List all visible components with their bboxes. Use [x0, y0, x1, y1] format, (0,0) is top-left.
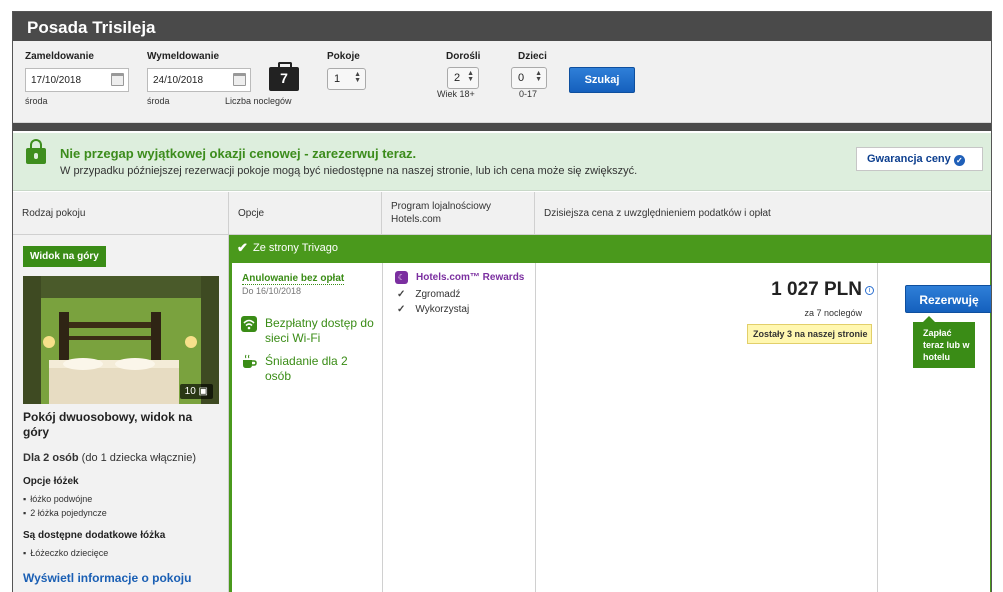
offer-source: Ze strony Trivago — [253, 242, 338, 254]
children-select[interactable]: 0 ▲ ▼ — [511, 67, 547, 89]
room-info-link[interactable]: Wyświetl informacje o pokoju — [23, 571, 191, 585]
children-value: 0 — [518, 72, 525, 84]
occupancy-detail: (do 1 dziecka włącznie) — [78, 452, 197, 464]
children-age-note: 0-17 — [519, 89, 538, 99]
divider — [535, 263, 536, 592]
column-header-loyalty-line2: Hotels.com — [391, 214, 442, 225]
wifi-icon — [241, 316, 257, 332]
extra-beds-title: Są dostępne dodatkowe łóżka — [23, 530, 166, 541]
info-icon[interactable]: i — [865, 286, 874, 295]
calendar-icon[interactable] — [233, 73, 246, 86]
hotel-name: Posada Trisileja — [13, 12, 991, 41]
checkout-date-value: 24/10/2018 — [153, 75, 204, 86]
payment-options-tooltip: Zapłać teraz lub w hotelu — [913, 316, 975, 368]
photo-count-badge[interactable]: 10 ▣ — [179, 384, 213, 399]
hotel-booking-panel: Posada Trisileja Zameldowanie 17/10/2018… — [12, 11, 992, 592]
room-photo[interactable]: 10 ▣ — [23, 276, 219, 404]
divider — [877, 263, 878, 592]
loyalty-cell: ☾ Hotels.com™ Rewards ✓ Zgromadź ✓ Wykorzy… — [385, 263, 535, 363]
occupancy-bold: Dla 2 osób — [23, 452, 79, 464]
rewards-collect-item: ✓ Zgromadź — [397, 289, 460, 300]
checkmark-icon: ✓ — [397, 289, 406, 300]
free-wifi: Bezpłatny dostęp do sieci Wi-Fi — [265, 316, 374, 345]
cancellation-deadline: Do 16/10/2018 — [242, 286, 302, 296]
offer-row: Anulowanie bez opłat Do 16/10/2018 Bezpł… — [229, 263, 991, 592]
rewards-redeem-item: ✓ Wykorzystaj — [397, 304, 469, 315]
checkout-label: Wymeldowanie — [147, 51, 220, 62]
bed-option: 2 łóżka pojedyncze — [23, 508, 107, 518]
hotels-rewards-icon: ☾ — [395, 271, 408, 284]
column-header-options: Opcje — [229, 192, 382, 235]
checkin-date-value: 17/10/2018 — [31, 75, 82, 86]
rooms-value: 1 — [334, 73, 341, 85]
stepper-arrows-icon: ▲ ▼ — [467, 70, 474, 83]
stepper-arrows-icon: ▲ ▼ — [535, 70, 542, 83]
search-button[interactable]: Szukaj — [569, 67, 635, 93]
beds-title: Opcje łóżek — [23, 476, 79, 487]
nights-label: Liczba noclegów — [225, 96, 292, 106]
coffee-cup-icon — [243, 354, 257, 368]
divider — [382, 263, 383, 592]
adults-value: 2 — [454, 72, 461, 84]
breakfast-included: Śniadanie dla 2 osób — [265, 354, 348, 383]
camera-icon: ▣ — [198, 386, 208, 397]
checkmark-seal-icon: ✓ — [953, 155, 965, 166]
rewards-title: Hotels.com™ Rewards — [416, 272, 525, 283]
room-occupancy: Dla 2 osób (do 1 dziecka włącznie) — [23, 452, 196, 464]
price-guarantee-button[interactable]: Gwarancja ceny ✓ — [856, 147, 983, 171]
promo-banner: Nie przegap wyjątkowej okazji cenowej - … — [13, 133, 991, 191]
room-type-column: Widok na góry 10 ▣ Pokój dwuosobowy, wid… — [13, 235, 229, 592]
bed-option: łóżko podwójne — [23, 494, 92, 504]
book-button[interactable]: Rezerwuję — [905, 285, 991, 313]
column-header-room-type: Rodzaj pokoju — [13, 192, 229, 235]
children-label: Dzieci — [518, 51, 547, 62]
column-header-loyalty-line1: Program lojalnościowy — [391, 201, 492, 212]
offer-source-bar: ✔ Ze strony Trivago — [229, 235, 991, 263]
availability-badge: Zostały 3 na naszej stronie — [747, 324, 872, 344]
adults-select[interactable]: 2 ▲ ▼ — [447, 67, 479, 89]
checkin-date-input[interactable]: 17/10/2018 — [25, 68, 129, 92]
lock-icon — [26, 139, 46, 164]
checkin-label: Zameldowanie — [25, 51, 94, 62]
promo-title: Nie przegap wyjątkowej okazji cenowej - … — [60, 146, 417, 161]
checkout-date-input[interactable]: 24/10/2018 — [147, 68, 251, 92]
photo-count: 10 — [184, 386, 196, 397]
checkmark-icon: ✓ — [397, 304, 406, 315]
nights-count: 7 — [269, 62, 299, 91]
divider — [13, 123, 991, 131]
rooms-label: Pokoje — [327, 51, 360, 62]
rooms-table-header: Rodzaj pokoju Opcje Program lojalnościow… — [13, 192, 991, 235]
checkout-day: środa — [147, 96, 170, 106]
checkmark-icon: ✔ — [237, 240, 248, 255]
room-name: Pokój dwuosobowy, widok na góry — [23, 410, 193, 439]
stepper-arrows-icon: ▲ ▼ — [354, 71, 361, 84]
adults-label: Dorośli — [446, 51, 481, 62]
extra-bed-option: Łóżeczko dziecięce — [23, 548, 108, 558]
rooms-select[interactable]: 1 ▲ ▼ — [327, 68, 366, 90]
rewards-collect-label: Zgromadź — [415, 289, 461, 300]
free-cancellation-link[interactable]: Anulowanie bez opłat — [242, 273, 345, 285]
column-header-price: Dzisiejsza cena z uwzględnieniem podatkó… — [535, 192, 991, 235]
price-guarantee-label: Gwarancja ceny — [867, 153, 951, 165]
room-price: 1 027 PLN — [771, 279, 862, 300]
rewards-redeem-label: Wykorzystaj — [415, 304, 470, 315]
room-view-badge: Widok na góry — [23, 246, 106, 267]
adults-age-note: Wiek 18+ — [437, 89, 475, 99]
calendar-icon[interactable] — [111, 73, 124, 86]
search-bar: Zameldowanie 17/10/2018 środa Wymeldowan… — [13, 41, 991, 123]
column-header-loyalty: Program lojalnościowy Hotels.com — [382, 192, 535, 235]
checkin-day: środa — [25, 96, 48, 106]
promo-subtitle: W przypadku późniejszej rezerwacji pokoj… — [60, 165, 638, 177]
price-nights-note: za 7 noclegów — [804, 308, 862, 318]
